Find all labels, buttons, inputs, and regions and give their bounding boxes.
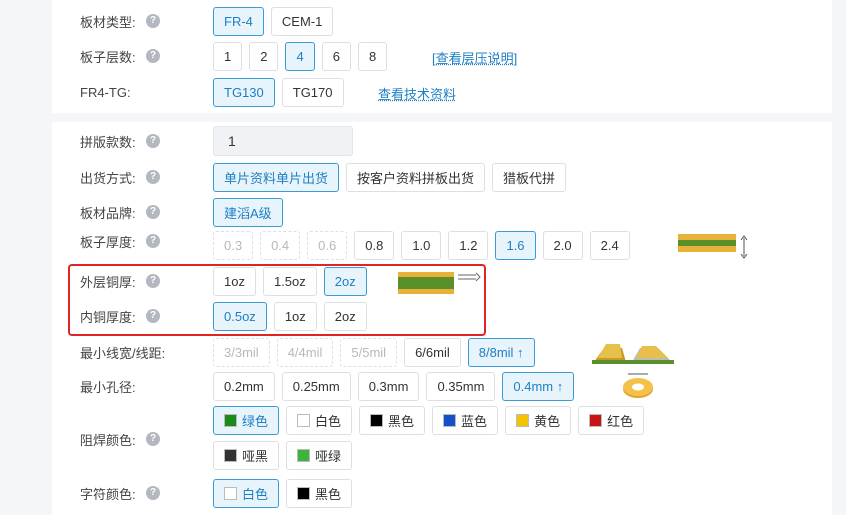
option-label: 白色 (315, 414, 342, 429)
solder-mask-option[interactable]: 哑黑 (213, 441, 280, 470)
tg-option[interactable]: TG170 (281, 77, 344, 107)
solder-mask-option[interactable]: 白色 (286, 406, 353, 435)
help-icon[interactable]: ? (146, 432, 160, 446)
silkscreen-option[interactable]: 黑色 (286, 478, 353, 508)
trace-width-diagram (592, 344, 674, 364)
solder-mask-option[interactable]: 绿色 (213, 406, 280, 435)
color-swatch (589, 414, 603, 427)
option-label: 红色 (607, 414, 634, 429)
solder-mask-option[interactable]: 黑色 (359, 406, 426, 435)
help-icon[interactable]: ? (146, 49, 160, 63)
color-swatch (443, 414, 457, 427)
trace-label: 最小线宽/线距: (80, 345, 166, 361)
layers-label: 板子层数: (80, 49, 136, 65)
thickness-option[interactable]: 1.0 (401, 231, 442, 260)
board-type-option[interactable]: CEM-1 (270, 6, 334, 36)
hole-option[interactable]: 0.2mm (213, 371, 275, 401)
board-thickness-diagram (678, 234, 748, 259)
help-icon[interactable]: ? (146, 205, 160, 219)
help-icon[interactable]: ? (146, 170, 160, 184)
help-icon[interactable]: ? (146, 14, 160, 28)
hole-option[interactable]: 0.3mm (357, 371, 420, 401)
silkscreen-label: 字符颜色: (80, 486, 136, 502)
option-label: 蓝色 (461, 414, 488, 429)
shipping-option[interactable]: 单片资料单片出货 (213, 162, 340, 192)
brand-option[interactable]: 建滔A级 (213, 197, 283, 227)
option-label: 黑色 (315, 486, 342, 502)
hole-diameter-diagram (623, 373, 653, 398)
shipping-option[interactable]: 按客户资料拼板出货 (346, 162, 486, 192)
tg-option[interactable]: TG130 (213, 77, 275, 107)
thickness-option[interactable]: 2.0 (542, 231, 583, 260)
layers-option[interactable]: 4 (285, 41, 315, 71)
thickness-option[interactable]: 0.4 (260, 231, 301, 260)
option-label: 哑黑 (242, 449, 269, 464)
hole-option[interactable]: 0.4mm ↑ (502, 371, 575, 401)
solder-mask-option[interactable]: 红色 (578, 406, 645, 435)
board-type-option[interactable]: FR-4 (213, 6, 264, 36)
color-swatch (224, 414, 237, 427)
color-swatch (297, 486, 311, 500)
thickness-option[interactable]: 1.6 (495, 231, 536, 260)
option-label: 哑绿 (315, 449, 342, 464)
board-type-label: 板材类型: (80, 14, 136, 30)
thickness-label: 板子厚度: (80, 234, 136, 250)
help-icon[interactable]: ? (146, 134, 160, 148)
panel-count-input[interactable]: 1 (213, 126, 353, 156)
color-swatch (297, 449, 311, 462)
brand-label: 板材品牌: (80, 205, 136, 221)
lamination-info-link[interactable]: [查看层压说明] (432, 48, 517, 67)
option-label: 黑色 (388, 414, 415, 429)
layers-option[interactable]: 8 (357, 41, 388, 71)
layers-option[interactable]: 1 (213, 41, 243, 71)
solder-mask-label: 阻焊颜色: (80, 432, 136, 448)
panel-count-label: 拼版款数: (80, 134, 136, 150)
help-icon[interactable]: ? (146, 234, 160, 248)
layers-option[interactable]: 6 (321, 41, 351, 71)
color-swatch (297, 414, 311, 427)
option-label: 黄色 (534, 414, 561, 429)
solder-mask-option[interactable]: 哑绿 (286, 441, 353, 470)
trace-option[interactable]: 6/6mil (404, 337, 461, 367)
trace-option[interactable]: 8/8mil ↑ (467, 337, 535, 367)
hole-label: 最小孔径: (80, 379, 136, 395)
thickness-option[interactable]: 2.4 (589, 231, 630, 260)
hole-option[interactable]: 0.25mm (281, 371, 351, 401)
trace-option[interactable]: 3/3mil (213, 337, 270, 367)
help-icon[interactable]: ? (146, 486, 160, 500)
copper-highlight-box (68, 264, 486, 336)
color-swatch (224, 449, 237, 462)
color-swatch (516, 414, 530, 427)
thickness-option[interactable]: 0.8 (354, 231, 395, 260)
shipping-label: 出货方式: (80, 170, 136, 186)
color-swatch (224, 486, 237, 500)
tech-doc-link[interactable]: 查看技术资料 (378, 84, 456, 103)
trace-option[interactable]: 5/5mil (340, 337, 398, 367)
hole-option[interactable]: 0.35mm (426, 371, 496, 401)
tg-label: FR4-TG: (80, 84, 131, 100)
silkscreen-option[interactable]: 白色 (213, 478, 280, 508)
solder-mask-option[interactable]: 蓝色 (432, 406, 499, 435)
shipping-option[interactable]: 猎板代拼 (492, 162, 567, 192)
layers-option[interactable]: 2 (249, 41, 279, 71)
option-label: 白色 (242, 486, 269, 502)
color-swatch (370, 414, 384, 427)
trace-option[interactable]: 4/4mil (276, 337, 334, 367)
solder-mask-option[interactable]: 黄色 (505, 406, 572, 435)
thickness-option[interactable]: 0.6 (307, 231, 348, 260)
thickness-option[interactable]: 0.3 (213, 231, 254, 260)
thickness-option[interactable]: 1.2 (448, 231, 489, 260)
option-label: 绿色 (242, 414, 269, 429)
